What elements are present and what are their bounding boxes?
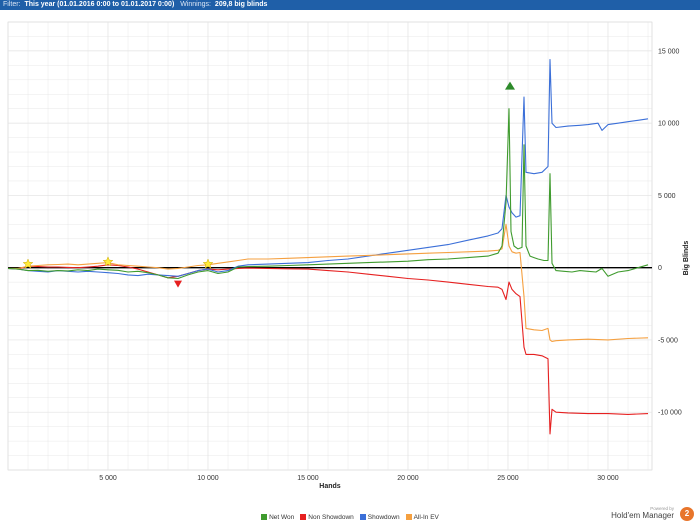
legend-label: Net Won — [269, 514, 295, 521]
x-tick-label: 10 000 — [197, 475, 219, 482]
legend-label: Non Showdown — [308, 514, 354, 521]
branding: Powered by Hold'em Manager 2 — [584, 506, 694, 524]
chart-grid — [7, 21, 653, 471]
winnings-label: Winnings: — [180, 1, 211, 8]
y-tick-label: -10 000 — [658, 410, 682, 417]
filter-value[interactable]: This year (01.01.2016 0:00 to 01.01.2017… — [24, 0, 174, 10]
y-axis-ticks: 15 000 10 000 5 000 0 -5 000 -10 000 — [658, 48, 682, 416]
x-tick-label: 20 000 — [397, 475, 419, 482]
chart-area: 5 000 10 000 15 000 20 000 25 000 30 000 15 0… — [7, 21, 690, 490]
legend-item-all-in-ev[interactable]: All-In EV — [405, 514, 439, 521]
x-axis-label: Hands — [319, 483, 341, 490]
legend-item-showdown[interactable]: Showdown — [359, 514, 400, 521]
legend-swatch — [405, 514, 412, 520]
x-tick-label: 30 000 — [597, 475, 619, 482]
x-tick-label: 25 000 — [497, 475, 519, 482]
x-axis-ticks: 5 000 10 000 15 000 20 000 25 000 30 000 — [99, 475, 619, 482]
legend-swatch — [300, 514, 307, 520]
legend-swatch — [261, 514, 268, 520]
winnings-value: 209,8 big blinds — [214, 1, 268, 8]
filter-bar[interactable]: Filter: This year (01.01.2016 0:00 to 01… — [0, 0, 700, 10]
y-tick-label: -5 000 — [658, 337, 678, 344]
y-tick-label: 10 000 — [658, 121, 680, 128]
product-name: Hold'em Manager — [611, 511, 674, 520]
hm-logo-icon: 2 — [680, 507, 694, 521]
y-axis-label: Big Blinds — [683, 241, 690, 276]
legend-item-net-won[interactable]: Net Won — [261, 514, 294, 521]
filter-label: Filter: — [3, 1, 21, 8]
y-tick-label: 0 — [658, 265, 662, 272]
legend-label: Showdown — [367, 514, 400, 521]
legend-item-non-showdown[interactable]: Non Showdown — [300, 514, 354, 521]
x-tick-label: 5 000 — [99, 475, 117, 482]
y-tick-label: 15 000 — [658, 48, 680, 55]
x-tick-label: 15 000 — [297, 475, 319, 482]
y-tick-label: 5 000 — [658, 193, 676, 200]
legend-label: All-In EV — [413, 514, 439, 521]
legend-swatch — [359, 514, 366, 520]
plot-frame — [7, 21, 653, 471]
